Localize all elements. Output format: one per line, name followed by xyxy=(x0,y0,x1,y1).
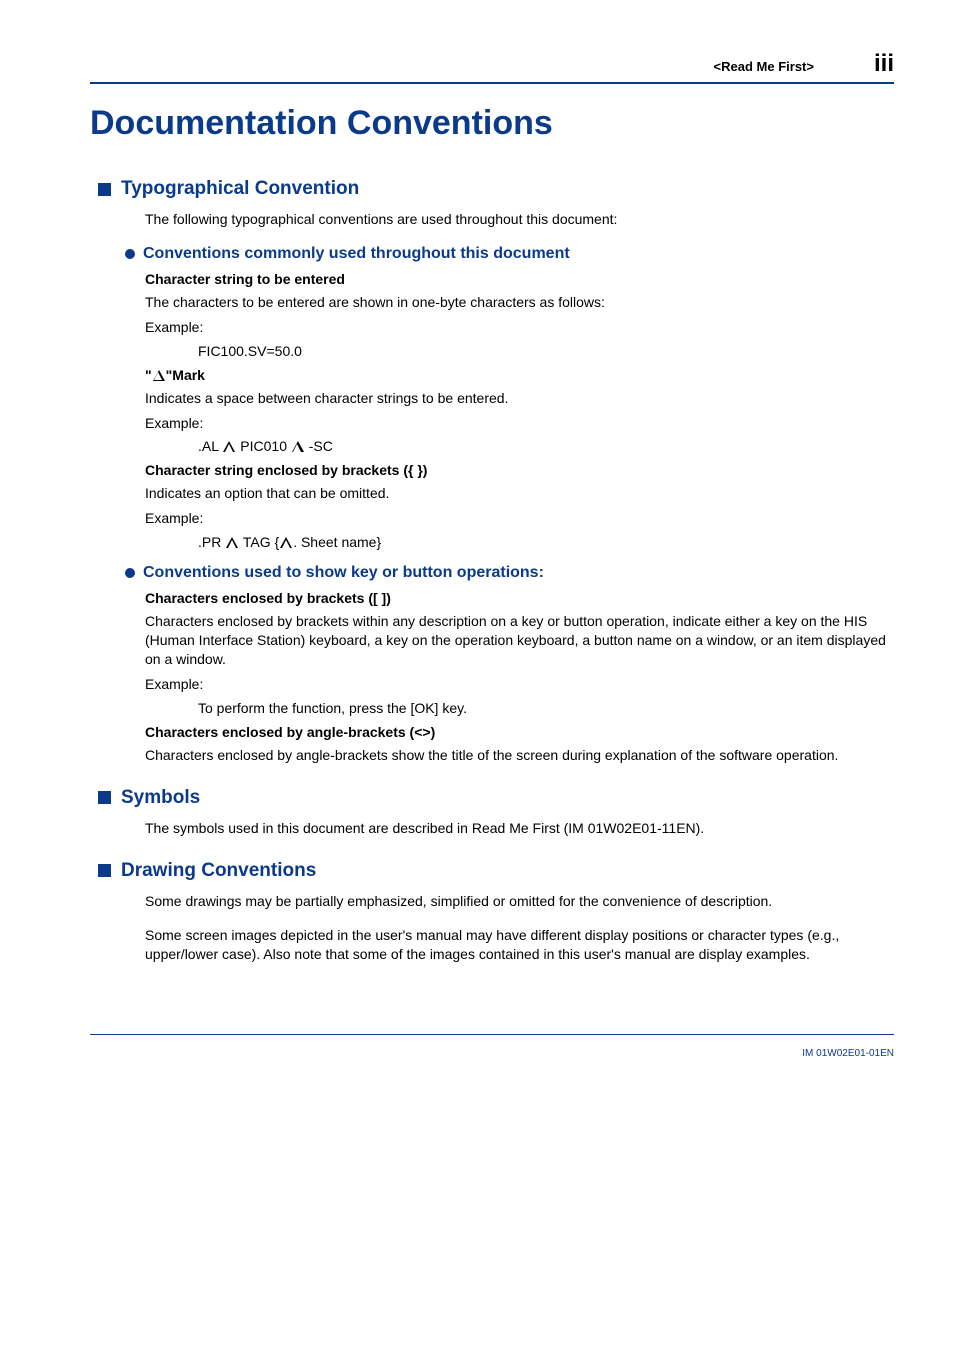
code-text: .PR xyxy=(198,534,225,550)
section-heading: Typographical Convention xyxy=(121,178,359,200)
page-title: Documentation Conventions xyxy=(90,104,894,143)
page-header: <Read Me First> iii xyxy=(90,50,894,84)
square-bullet-icon xyxy=(98,864,111,877)
body-text: Some screen images depicted in the user'… xyxy=(145,926,894,964)
circle-bullet-icon xyxy=(125,568,135,578)
code-example: .AL PIC010 -SC xyxy=(198,438,894,454)
subsection-common-conventions: Conventions commonly used throughout thi… xyxy=(125,245,894,263)
circle-bullet-icon xyxy=(125,249,135,259)
code-example: FIC100.SV=50.0 xyxy=(198,343,894,359)
quote-post: "Mark xyxy=(166,367,205,383)
code-text: .AL xyxy=(198,438,222,454)
triangle-icon xyxy=(223,441,235,452)
code-example: .PR TAG { . Sheet name} xyxy=(198,534,894,550)
triangle-icon xyxy=(292,441,304,452)
example-label: Example: xyxy=(145,675,894,694)
subsection-key-button: Conventions used to show key or button o… xyxy=(125,564,894,582)
body-text: Characters enclosed by angle-brackets sh… xyxy=(145,746,894,765)
section-heading: Symbols xyxy=(121,787,200,809)
body-text: Characters enclosed by brackets within a… xyxy=(145,612,894,669)
subsection-heading: Conventions commonly used throughout thi… xyxy=(143,245,570,263)
triangle-icon xyxy=(226,537,238,548)
section-typographical: Typographical Convention xyxy=(98,178,894,200)
code-text: -SC xyxy=(305,438,333,454)
block-heading: Character string to be entered xyxy=(145,271,894,287)
example-label: Example: xyxy=(145,414,894,433)
section-intro: The following typographical conventions … xyxy=(145,210,894,229)
document-id: IM 01W02E01-01EN xyxy=(802,1048,894,1059)
code-text: PIC010 xyxy=(236,438,290,454)
block-heading: Characters enclosed by brackets ([ ]) xyxy=(145,590,894,606)
block-heading: Characters enclosed by angle-brackets (<… xyxy=(145,724,894,740)
block-heading: Character string enclosed by brackets ({… xyxy=(145,462,894,478)
section-drawing: Drawing Conventions xyxy=(98,860,894,882)
body-text: Indicates a space between character stri… xyxy=(145,389,894,408)
body-text: Indicates an option that can be omitted. xyxy=(145,484,894,503)
triangle-icon xyxy=(280,537,292,548)
section-heading: Drawing Conventions xyxy=(121,860,316,882)
example-label: Example: xyxy=(145,318,894,337)
example-label: Example: xyxy=(145,509,894,528)
body-text: The characters to be entered are shown i… xyxy=(145,293,894,312)
body-text: The symbols used in this document are de… xyxy=(145,819,894,838)
page-number: iii xyxy=(874,50,894,78)
page-footer: IM 01W02E01-01EN xyxy=(90,1034,894,1061)
code-text: TAG { xyxy=(239,534,279,550)
quote-pre: " xyxy=(145,367,152,383)
square-bullet-icon xyxy=(98,791,111,804)
code-example: To perform the function, press the [OK] … xyxy=(198,700,894,716)
block-heading-mark: " "Mark xyxy=(145,367,894,383)
header-read-me-first: <Read Me First> xyxy=(714,59,814,74)
triangle-icon xyxy=(153,370,165,381)
subsection-heading: Conventions used to show key or button o… xyxy=(143,564,544,582)
code-text: . Sheet name} xyxy=(293,534,381,550)
section-symbols: Symbols xyxy=(98,787,894,809)
body-text: Some drawings may be partially emphasize… xyxy=(145,892,894,911)
square-bullet-icon xyxy=(98,183,111,196)
